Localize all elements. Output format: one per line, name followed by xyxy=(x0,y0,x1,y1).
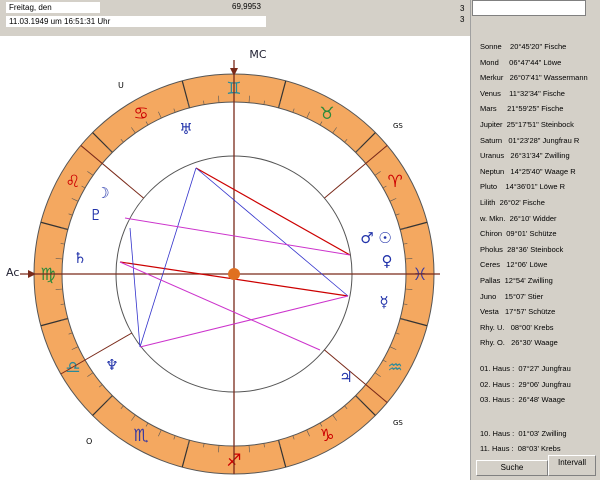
interval-button[interactable]: Intervall xyxy=(548,455,596,476)
point-row: Pallas 12°54' Zwilling xyxy=(480,276,553,285)
point-row: Lilith 26°02' Fische xyxy=(480,198,545,207)
planet-row: Jupiter 25°17'51" Steinbock xyxy=(480,120,574,129)
mercury-glyph: ☿ xyxy=(379,293,388,311)
point-row: w. Mkn. 26°10' Widder xyxy=(480,213,557,223)
moon-glyph: ☽ xyxy=(96,184,109,202)
gs-top-label: GS xyxy=(393,122,403,130)
planet-row: Sonne 20°45'20" Fische xyxy=(480,42,567,51)
pluto-glyph: ♇ xyxy=(89,206,102,224)
datetime-field[interactable]: 11.03.1949 um 16:51:31 Uhr xyxy=(6,16,266,27)
search-button[interactable]: Suche xyxy=(476,460,548,476)
neptune-glyph: ♆ xyxy=(105,356,118,374)
point-row: Vesta 17°57' Schütze xyxy=(480,307,556,317)
planet-row: Neptun 14°25'40" Waage R xyxy=(480,166,576,176)
planet-row: Uranus 26°31'34" Zwilling xyxy=(480,151,570,161)
venus-glyph: ♀ xyxy=(382,252,393,270)
house-row: 10. Haus : 01°03' Zwilling xyxy=(480,428,567,438)
mars-glyph: ♂ xyxy=(360,229,373,247)
saturn-glyph: ♄ xyxy=(73,249,86,267)
count-2: 3 xyxy=(460,15,465,24)
point-row: Ceres 12°06' Löwe xyxy=(480,260,548,270)
zodiac-sign-glyph: ♓ xyxy=(412,265,427,285)
point-row: Pholus 28°36' Steinbock xyxy=(480,244,564,254)
sun-glyph: ☉ xyxy=(378,229,391,247)
point-row: Rhy. U. 08°00' Krebs xyxy=(480,322,554,332)
planet-row: Venus 11°32'34" Fische xyxy=(480,88,565,98)
planet-row: Pluto 14°36'01" Löwe R xyxy=(480,182,566,192)
house-row: 11. Haus : 08°03' Krebs xyxy=(480,444,561,454)
ac-label: Ac xyxy=(6,266,19,279)
zodiac-ring: ♈♉♊♋♌♍♎♏♐♑♒♓ xyxy=(20,60,440,475)
u-label: U xyxy=(118,81,124,90)
zodiac-sign-glyph: ♋ xyxy=(133,104,148,124)
o-label: O xyxy=(86,437,92,446)
house-row: 03. Haus : 26°48' Waage xyxy=(480,395,566,405)
horoscope-chart: ♈♉♊♋♌♍♎♏♐♑♒♓ ☉♂♀☿♃♆♄☽♅♇ MC Ac U O GS GS xyxy=(6,48,440,475)
house-row: 02. Haus : 29°06' Jungfrau xyxy=(480,379,571,389)
top-right-box[interactable] xyxy=(472,0,586,16)
zodiac-sign-glyph: ♎ xyxy=(65,358,80,378)
day-label-field: Freitag, den xyxy=(6,2,100,13)
zodiac-sign-glyph: ♌ xyxy=(65,172,80,192)
zodiac-sign-glyph: ♈ xyxy=(387,172,402,192)
planet-row: Mars 21°59'25" Fische xyxy=(480,104,564,114)
planet-row: Saturn 01°23'28" Jungfrau R xyxy=(480,135,580,145)
value-readout: 69,9953 xyxy=(232,2,261,11)
center-dot xyxy=(228,268,240,280)
zodiac-sign-glyph: ♉ xyxy=(319,104,334,124)
zodiac-sign-glyph: ♒ xyxy=(387,358,402,378)
point-row: Juno 15°07' Stier xyxy=(480,291,544,301)
zodiac-sign-glyph: ♏ xyxy=(133,426,148,446)
zodiac-sign-glyph: ♑ xyxy=(319,426,334,446)
uranus-glyph: ♅ xyxy=(179,120,192,138)
point-row: Rhy. O. 26°30' Waage xyxy=(480,338,558,348)
mc-label: MC xyxy=(249,48,266,61)
jupiter-glyph: ♃ xyxy=(339,368,352,386)
zodiac-sign-glyph: ♍ xyxy=(40,265,55,285)
planet-row: Mond 06°47'44" Löwe xyxy=(480,57,562,67)
data-panel xyxy=(470,0,600,480)
count-1: 3 xyxy=(460,4,465,13)
point-row: Chiron 09°01' Schütze xyxy=(480,229,557,239)
gs-bottom-label: GS xyxy=(393,419,403,427)
house-row: 01. Haus : 07°27' Jungfrau xyxy=(480,364,571,373)
planet-row: Merkur 26°07'41" Wassermann xyxy=(480,73,588,83)
